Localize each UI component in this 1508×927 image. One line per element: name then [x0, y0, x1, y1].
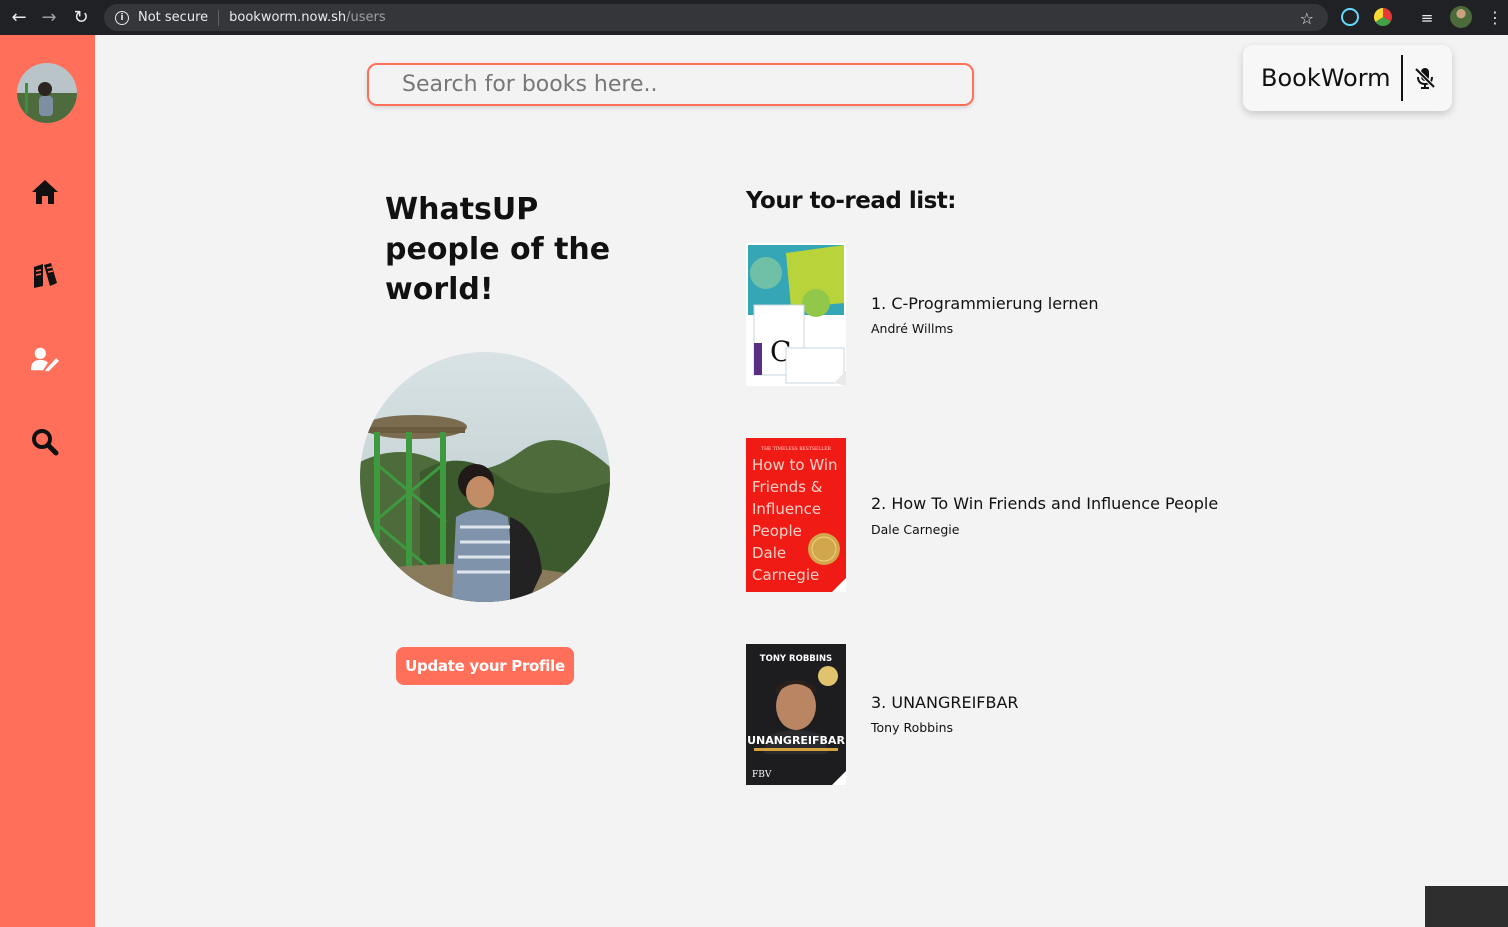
brand-divider: [1400, 55, 1403, 101]
bookmark-star-icon[interactable]: ☆: [1300, 9, 1314, 28]
forward-icon[interactable]: →: [34, 0, 64, 35]
update-profile-button[interactable]: Update your Profile: [396, 647, 574, 685]
media-queue-icon[interactable]: ≡: [1412, 0, 1442, 35]
to-read-heading: Your to-read list:: [746, 188, 957, 214]
react-devtools-icon[interactable]: [1341, 8, 1359, 26]
security-label: Not secure: [138, 10, 209, 25]
url-host: bookworm.now.sh: [229, 10, 347, 25]
search-input[interactable]: [369, 65, 972, 104]
cover-text: Friends &: [752, 478, 823, 496]
list-item[interactable]: THE TIMELESS BESTSELLER How to Win Frien…: [746, 438, 1346, 598]
book-cover[interactable]: C: [746, 243, 846, 386]
cover-text: TONY ROBBINS: [760, 654, 832, 664]
book-cover[interactable]: TONY ROBBINS UNANGREIFBAR FBV: [746, 644, 846, 785]
book-title: 1. C-Programmierung lernen: [871, 294, 1099, 313]
cover-text: THE TIMELESS BESTSELLER: [761, 446, 831, 452]
cover-text: FBV: [752, 770, 772, 780]
browser-menu-icon[interactable]: ⋮: [1480, 0, 1508, 35]
home-icon[interactable]: [30, 177, 60, 207]
url-path: /users: [346, 10, 386, 25]
info-icon[interactable]: i: [115, 10, 129, 25]
address-bar[interactable]: i Not secure bookworm.now.sh/users ☆: [104, 4, 1328, 31]
book-title: 2. How To Win Friends and Influence Peop…: [871, 494, 1219, 513]
book-title: 3. UNANGREIFBAR: [871, 693, 1019, 712]
sidebar: [0, 35, 95, 927]
book-author: Tony Robbins: [871, 720, 954, 735]
cover-text: Carnegie: [752, 566, 819, 584]
reload-icon[interactable]: ↻: [66, 0, 96, 35]
cover-text: UNANGREIFBAR: [747, 734, 845, 747]
browser-toolbar: ← → ↻ i Not secure bookworm.now.sh/users…: [0, 0, 1508, 35]
list-item[interactable]: C 1. C-Programmierung lernen André Willm…: [746, 243, 1346, 403]
brand-card: BookWorm: [1243, 45, 1452, 111]
floating-widget[interactable]: [1425, 886, 1508, 927]
books-icon[interactable]: [30, 260, 60, 290]
brand-name: BookWorm: [1261, 64, 1391, 92]
mic-off-icon[interactable]: [1413, 66, 1437, 90]
search-bar: [367, 63, 974, 106]
list-item[interactable]: TONY ROBBINS UNANGREIFBAR FBV 3. UNANGRE…: [746, 644, 1346, 804]
extension-icon[interactable]: [1374, 8, 1392, 26]
cover-text: Dale: [752, 544, 786, 562]
avatar[interactable]: [17, 63, 77, 123]
cover-text: People: [752, 522, 802, 540]
greeting-heading: WhatsUP people of the world!: [385, 192, 611, 307]
back-icon[interactable]: ←: [4, 0, 34, 35]
user-edit-icon[interactable]: [30, 344, 60, 374]
book-cover[interactable]: THE TIMELESS BESTSELLER How to Win Frien…: [746, 438, 846, 592]
profile-photo: [360, 352, 610, 602]
omnibox-separator: [218, 9, 220, 26]
cover-text: How to Win: [752, 456, 838, 474]
book-author: Dale Carnegie: [871, 522, 960, 537]
cover-text: Influence: [752, 500, 821, 518]
search-icon[interactable]: [30, 427, 60, 457]
book-author: André Willms: [871, 321, 954, 336]
browser-profile-avatar[interactable]: [1450, 6, 1472, 28]
